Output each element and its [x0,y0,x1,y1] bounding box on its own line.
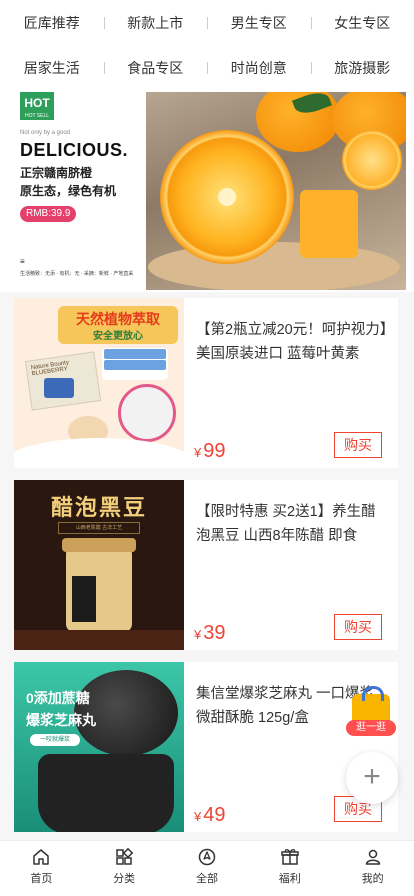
tab-home[interactable]: 首页 [0,841,83,896]
product-price: ¥99 [194,440,225,464]
currency-symbol: ¥ [194,445,202,460]
product-card[interactable]: 醋泡黑豆 山西老陈醋 古法工艺 【限时特惠 买2送1】养生醋泡黑豆 山西8年陈醋… [14,480,398,650]
thumb-tag [104,360,166,370]
thumb-tag [104,349,166,359]
sesame-bowl-image [38,754,174,832]
blueberry-plate-image [118,384,176,442]
plus-icon: + [363,760,381,793]
banner-line-1: 正宗赣南脐橙 [20,166,93,180]
thumb-banner-title: 0添加蔗糖 [26,690,90,706]
product-title[interactable]: 【限时特惠 买2送1】养生醋泡黑豆 山西8年陈醋 即食 [196,500,390,548]
menu-lines-icon: ≡ [20,257,25,266]
banner-price-badge: RMB:39.9 [20,206,77,222]
thumb-banner-title: 天然植物萃取 [76,311,160,327]
category-grid-icon [116,847,134,865]
thumb-tags [102,348,168,380]
tab-label: 我的 [361,873,384,885]
hot-label: HOT [24,96,50,110]
product-thumbnail[interactable]: 天然植物萃取 安全更放心 Nature Bounty BLUEBERRY [14,298,184,468]
tab-welfare[interactable]: 福利 [248,841,331,896]
product-card[interactable]: 0添加蔗糖 爆浆芝麻丸 一咬就爆浆 集信堂爆浆芝麻丸 一口爆浆 微甜酥脆 125… [14,662,398,832]
tab-category[interactable]: 分类 [83,841,166,896]
thumb-banner-sub: 山西老陈醋 古法工艺 [58,522,140,534]
hot-badge: HOT HOT SELL [20,92,54,120]
thumb-banner-sub: 安全更放心 [93,331,143,342]
buy-button[interactable]: 购买 [334,432,382,458]
orange-slice-shape [342,130,402,190]
thumb-pill: 一咬就爆浆 [30,734,80,746]
category-men[interactable]: 男生专区 [207,13,311,33]
black-beans-image [14,630,184,650]
currency-symbol: ¥ [194,809,202,824]
home-icon [33,849,50,865]
browse-label: 逛一逛 [346,720,396,736]
thumb-banner-sub: 爆浆芝麻丸 [26,712,96,728]
product-price: ¥39 [194,622,225,646]
category-fashion-creative[interactable]: 时尚创意 [207,58,311,78]
product-card[interactable]: 天然植物萃取 安全更放心 Nature Bounty BLUEBERRY 【第2… [14,298,398,468]
promo-banner[interactable]: HOT HOT SELL Not only by a good DELICIOU… [14,92,406,290]
product-capsule-image [44,378,74,398]
orange-cube-shape [300,190,358,258]
thumb-banner-title: 醋泡黑豆 [50,495,147,520]
product-price: ¥49 [194,804,225,828]
category-row-2: 居家生活 食品专区 时尚创意 旅游摄影 [0,45,414,90]
thumb-banner: 天然植物萃取 安全更放心 [58,306,178,344]
price-value: 39 [203,622,226,644]
orange-half-shape [160,130,294,264]
product-thumbnail[interactable]: 醋泡黑豆 山西老陈醋 古法工艺 [14,480,184,650]
currency-symbol: ¥ [194,627,202,642]
jar-label-image [72,576,96,622]
category-new-arrivals[interactable]: 新款上市 [103,13,208,33]
add-float-button[interactable]: + [346,752,398,804]
banner-line-2: 原生态，绿色有机 [20,184,117,198]
banner-orange-photo [146,92,406,290]
browse-float-button[interactable]: 逛一逛 [346,686,396,740]
category-women[interactable]: 女生专区 [310,13,414,33]
tab-label: 分类 [113,873,136,885]
price-value: 49 [203,804,226,826]
buy-button[interactable]: 购买 [334,614,382,640]
banner-tiny-text: Not only by a good [20,130,71,136]
banner-text-panel: HOT HOT SELL Not only by a good DELICIOU… [14,92,146,290]
gift-icon [281,849,299,865]
tab-mine[interactable]: 我的 [331,841,414,896]
hot-sub-label: HOT SELL [24,113,50,119]
product-thumbnail[interactable]: 0添加蔗糖 爆浆芝麻丸 一咬就爆浆 [14,662,184,832]
bottom-tab-bar: 首页 分类 全部 福利 我的 [0,840,414,896]
price-value: 99 [203,440,226,462]
user-icon [365,849,380,865]
cloud-decoration [14,438,184,468]
tab-label: 福利 [278,873,301,885]
banner-headline: DELICIOUS. [20,140,129,160]
compass-icon [198,848,216,866]
category-food[interactable]: 食品专区 [103,58,208,78]
tab-label: 全部 [195,873,218,885]
product-title[interactable]: 【第2瓶立减20元！呵护视力】美国原装进口 蓝莓叶黄素 [196,318,390,366]
category-row-1: 匠库推荐 新款上市 男生专区 女生专区 [0,0,414,45]
tab-label: 首页 [30,873,53,885]
product-list[interactable]: 天然植物萃取 安全更放心 Nature Bounty BLUEBERRY 【第2… [0,292,414,840]
category-recommend[interactable]: 匠库推荐 [0,13,104,33]
category-home-living[interactable]: 居家生活 [0,58,104,78]
category-nav: 匠库推荐 新款上市 男生专区 女生专区 居家生活 食品专区 时尚创意 旅游摄影 [0,0,414,90]
tab-all[interactable]: 全部 [166,841,249,896]
category-travel-photo[interactable]: 旅游摄影 [310,58,414,78]
banner-fineprint: 生活精致：无添 · 有机：无 · 采摘：新鲜 · 产地直采 [20,271,134,277]
